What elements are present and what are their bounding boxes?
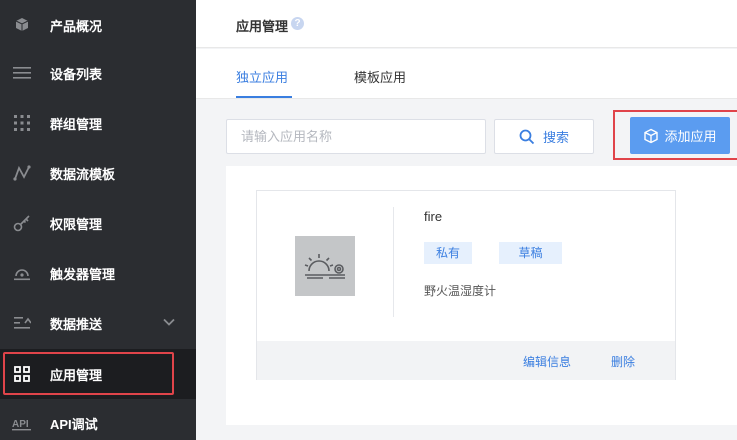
card-divider: [393, 207, 394, 317]
app-card: fire 私有 草稿 野火温湿度计 编辑信息 删除: [256, 190, 676, 380]
tab-standalone-apps[interactable]: 独立应用: [236, 67, 288, 86]
add-app-button[interactable]: 添加应用: [630, 117, 730, 154]
sidebar-item-label: 触发器管理: [50, 266, 116, 282]
search-icon: [519, 129, 535, 145]
key-icon: [12, 213, 32, 233]
sidebar-item-permission-management[interactable]: 权限管理: [0, 198, 196, 248]
sidebar-item-label: 数据推送: [50, 316, 103, 332]
trigger-icon: [12, 263, 32, 283]
tag-private: 私有: [424, 242, 472, 264]
app-name[interactable]: fire: [424, 209, 442, 224]
add-app-button-label: 添加应用: [664, 129, 717, 144]
card-footer: 编辑信息 删除: [257, 341, 675, 380]
search-button[interactable]: 搜索: [494, 119, 594, 154]
sidebar-item-label: 权限管理: [50, 216, 103, 232]
grid-dots-icon: [12, 113, 32, 133]
tag-draft: 草稿: [499, 242, 562, 264]
sidebar-item-group-management[interactable]: 群组管理: [0, 98, 196, 148]
sidebar-item-label: 产品概况: [50, 18, 103, 34]
help-icon[interactable]: ?: [291, 17, 304, 30]
page-title: 应用管理: [236, 19, 289, 34]
push-icon: [12, 313, 32, 333]
search-input[interactable]: [226, 119, 486, 154]
search-button-label: 搜索: [542, 130, 569, 145]
sidebar-item-label: 应用管理: [50, 367, 103, 383]
sidebar-item-datastream-template[interactable]: 数据流模板: [0, 148, 196, 198]
api-icon: API: [12, 413, 32, 433]
tab-bar: 独立应用 模板应用: [196, 49, 737, 99]
tab-template-apps[interactable]: 模板应用: [354, 67, 406, 86]
list-icon: [12, 63, 32, 83]
sidebar-item-label: 数据流模板: [50, 166, 116, 182]
sidebar-item-data-push[interactable]: 数据推送: [0, 298, 196, 348]
sidebar-item-label: 群组管理: [50, 116, 103, 132]
sidebar-item-label: API调试: [50, 416, 98, 432]
sidebar-item-product-overview[interactable]: 产品概况: [0, 0, 196, 50]
flow-icon: [12, 163, 32, 183]
app-thumbnail: [295, 236, 355, 296]
sidebar-item-device-list[interactable]: 设备列表: [0, 48, 196, 98]
cube-icon: [12, 15, 32, 35]
delete-link[interactable]: 删除: [611, 353, 635, 370]
edit-info-link[interactable]: 编辑信息: [523, 353, 571, 370]
cube-icon: [643, 128, 659, 144]
tab-active-indicator: [236, 96, 292, 98]
sidebar-item-trigger-management[interactable]: 触发器管理: [0, 248, 196, 298]
svg-text:API: API: [12, 419, 29, 430]
sidebar-item-api-debug[interactable]: API API调试: [0, 398, 196, 440]
sidebar-item-label: 设备列表: [50, 66, 103, 82]
page-header: 应用管理 ?: [196, 0, 737, 48]
chevron-down-icon[interactable]: [162, 316, 176, 331]
app-description: 野火温湿度计: [424, 284, 497, 298]
sidebar-item-app-management[interactable]: 应用管理: [0, 349, 196, 399]
sidebar: 产品概况 设备列表 群组管理 数据流模板 权限管理 触发器管理 数据推送 应用管…: [0, 0, 196, 440]
apps-icon: [12, 364, 32, 384]
